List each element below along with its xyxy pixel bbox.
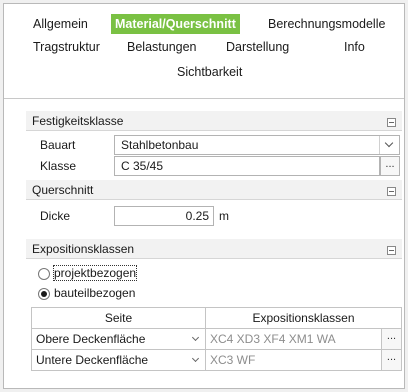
klasse-field[interactable]: C 35/45 bbox=[114, 156, 380, 176]
dicke-unit: m bbox=[219, 209, 229, 223]
radio-bauteilbezogen-label[interactable]: bauteilbezogen bbox=[54, 286, 135, 300]
dicke-value: 0.25 bbox=[185, 209, 209, 223]
section-title: Querschnitt bbox=[32, 183, 94, 197]
dicke-input[interactable]: 0.25 bbox=[114, 206, 214, 226]
collapse-icon[interactable] bbox=[387, 246, 396, 255]
seite-cell[interactable]: Obere Deckenfläche bbox=[31, 328, 206, 350]
tab-bar: Allgemein Material/Querschnitt Berechnun… bbox=[4, 4, 404, 98]
collapse-icon[interactable] bbox=[387, 187, 396, 196]
tab-sichtbarkeit[interactable]: Sichtbarkeit bbox=[177, 62, 242, 82]
table-row[interactable]: Untere Deckenfläche XC3 WF ... bbox=[31, 349, 402, 371]
bauart-label: Bauart bbox=[40, 138, 76, 152]
collapse-icon[interactable] bbox=[387, 118, 396, 127]
chevron-down-icon bbox=[384, 138, 394, 148]
bauart-dropdown[interactable]: Stahlbetonbau bbox=[114, 135, 400, 155]
column-header-expositionsklassen: Expositionsklassen bbox=[205, 307, 402, 329]
chevron-down-icon[interactable] bbox=[191, 354, 200, 363]
seite-value: Untere Deckenfläche bbox=[36, 353, 149, 367]
expositionsklassen-table: Seite Expositionsklassen Obere Deckenflä… bbox=[31, 307, 402, 371]
klassen-value: XC4 XD3 XF4 XM1 WA bbox=[210, 332, 336, 346]
section-title: Expositionsklassen bbox=[32, 242, 135, 256]
radio-projektbezogen[interactable] bbox=[38, 268, 50, 280]
tab-belastungen[interactable]: Belastungen bbox=[127, 37, 197, 57]
klasse-ellipsis-button[interactable]: ... bbox=[380, 156, 400, 176]
klasse-label: Klasse bbox=[40, 159, 77, 173]
tab-info[interactable]: Info bbox=[344, 37, 365, 57]
tab-tragstruktur[interactable]: Tragstruktur bbox=[33, 37, 100, 57]
table-row[interactable]: Obere Deckenfläche XC4 XD3 XF4 XM1 WA ..… bbox=[31, 328, 402, 350]
section-header: Festigkeitsklasse bbox=[26, 111, 402, 131]
dicke-label: Dicke bbox=[40, 209, 71, 223]
klassen-ellipsis-button[interactable]: ... bbox=[381, 350, 401, 370]
seite-value: Obere Deckenfläche bbox=[36, 332, 146, 346]
section-header: Expositionsklassen bbox=[26, 239, 402, 259]
klasse-value: C 35/45 bbox=[121, 159, 164, 173]
klassen-ellipsis-button[interactable]: ... bbox=[381, 329, 401, 349]
properties-panel: Allgemein Material/Querschnitt Berechnun… bbox=[3, 3, 405, 389]
table-header-row: Seite Expositionsklassen bbox=[31, 307, 402, 329]
tab-darstellung[interactable]: Darstellung bbox=[226, 37, 289, 57]
column-header-seite: Seite bbox=[31, 307, 206, 329]
section-header: Querschnitt bbox=[26, 180, 402, 200]
radio-bauteilbezogen[interactable] bbox=[38, 288, 50, 300]
section-expositionsklassen[interactable]: Expositionsklassen bbox=[26, 239, 402, 259]
klassen-value: XC3 WF bbox=[210, 353, 256, 367]
chevron-down-icon[interactable] bbox=[191, 333, 200, 342]
bauart-value: Stahlbetonbau bbox=[121, 138, 199, 152]
klassen-cell[interactable]: XC4 XD3 XF4 XM1 WA ... bbox=[205, 328, 402, 350]
tab-allgemein[interactable]: Allgemein bbox=[33, 14, 88, 34]
dropdown-button[interactable] bbox=[379, 136, 399, 154]
tab-material-querschnitt[interactable]: Material/Querschnitt bbox=[111, 14, 240, 34]
tab-divider bbox=[4, 98, 404, 99]
section-querschnitt[interactable]: Querschnitt bbox=[26, 180, 402, 200]
tab-berechnungsmodelle[interactable]: Berechnungsmodelle bbox=[268, 14, 385, 34]
klassen-cell[interactable]: XC3 WF ... bbox=[205, 349, 402, 371]
seite-cell[interactable]: Untere Deckenfläche bbox=[31, 349, 206, 371]
section-festigkeitsklasse[interactable]: Festigkeitsklasse bbox=[26, 111, 402, 131]
section-title: Festigkeitsklasse bbox=[32, 114, 124, 128]
radio-projektbezogen-label[interactable]: projektbezogen bbox=[52, 265, 138, 281]
